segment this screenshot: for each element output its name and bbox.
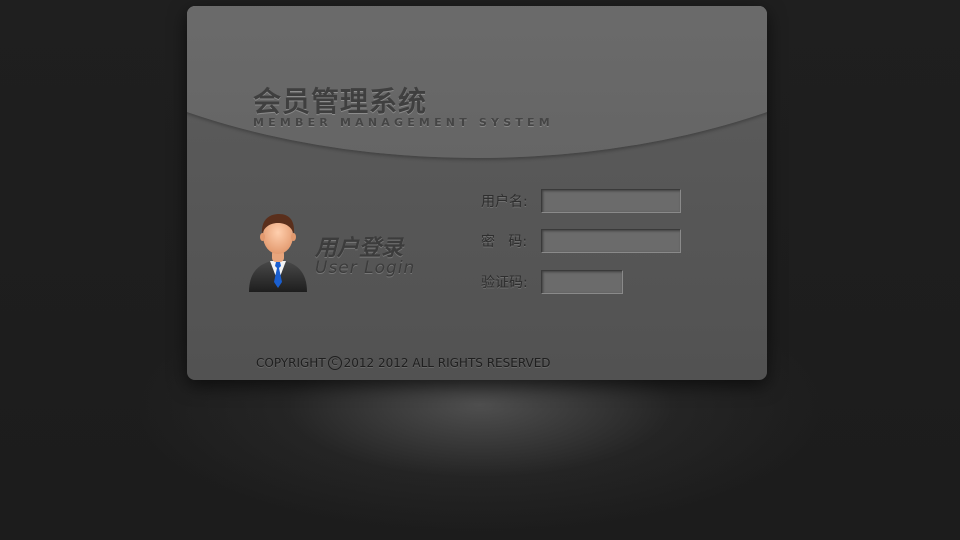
- login-subheading: User Login: [315, 258, 416, 278]
- username-row: 用户名:: [481, 189, 681, 213]
- copyright-text: 2012 2012 ALL RIGHTS RESERVED: [343, 356, 551, 370]
- captcha-row: 验证码:: [481, 270, 623, 294]
- user-avatar-icon: [249, 214, 307, 292]
- password-input[interactable]: [541, 229, 681, 253]
- system-subtitle: MEMBER MANAGEMENT SYSTEM: [253, 116, 554, 129]
- system-title: 会员管理系统: [253, 85, 428, 118]
- copyright-icon: C: [327, 356, 342, 370]
- copyright-prefix: COPYRIGHT: [256, 356, 326, 370]
- copyright-notice: COPYRIGHT C 2012 2012 ALL RIGHTS RESERVE…: [256, 356, 551, 370]
- password-label: 密 码:: [481, 234, 528, 250]
- captcha-label: 验证码:: [481, 275, 528, 291]
- login-page: 会员管理系统 MEMBER MANAGEMENT SYSTEM 用户登录 Use…: [0, 0, 960, 540]
- username-input[interactable]: [541, 189, 681, 213]
- captcha-input[interactable]: [541, 270, 623, 294]
- login-panel: 会员管理系统 MEMBER MANAGEMENT SYSTEM 用户登录 Use…: [187, 6, 767, 380]
- username-label: 用户名:: [481, 194, 528, 210]
- password-row: 密 码:: [481, 229, 681, 253]
